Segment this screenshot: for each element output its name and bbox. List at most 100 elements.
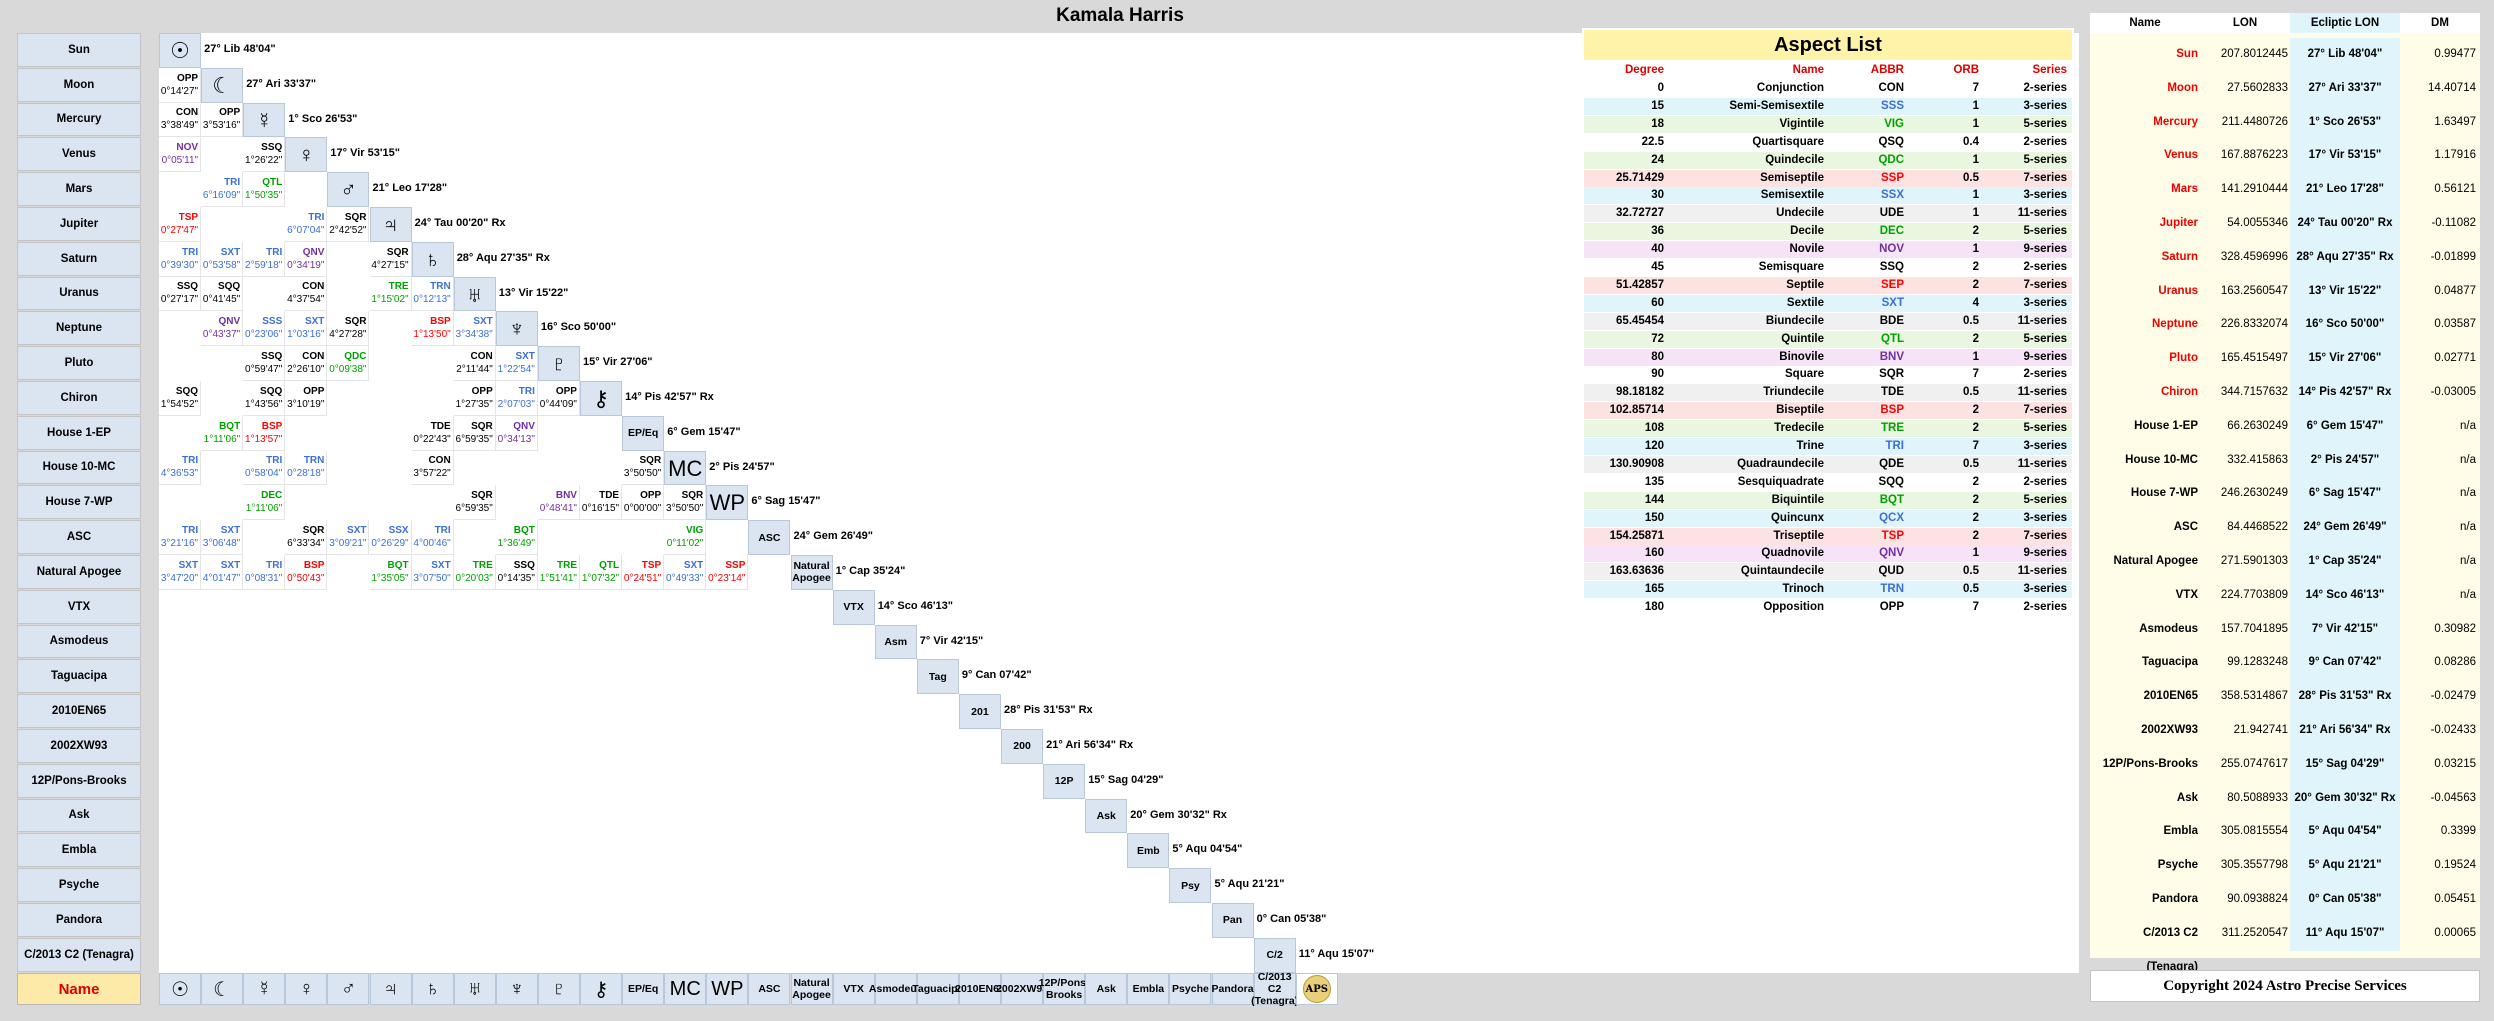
aspect-orb: 1°15'02": [371, 294, 409, 306]
position-row: Saturn 328.4596996 28° Aqu 27'35" Rx -0.018…: [2090, 240, 2480, 275]
aspect-orb: 3°07'50": [413, 572, 451, 584]
aspect-name: Septile: [1786, 278, 1824, 291]
aspect-orb: 3°21'16": [160, 538, 199, 550]
aspect-orb: 1°11'06": [245, 503, 283, 515]
aspect-cell: QNV 0°34'13": [495, 415, 538, 451]
aspect-orb: 2: [1972, 332, 1979, 345]
aspect-orb: 3°53'16": [202, 120, 241, 132]
position-lon: 84.4468522: [2227, 521, 2288, 534]
diagonal-glyph: ♅: [453, 276, 496, 312]
aspect-cell: TDE 0°16'15": [580, 485, 623, 521]
aspect-abbr: TRI: [266, 246, 283, 258]
aspect-abbr: QTL: [1881, 332, 1904, 345]
aspect-name: Trine: [1796, 440, 1824, 452]
position-lon: 328.4596996: [2220, 250, 2288, 263]
aspect-cell: SQR 4°27'28": [327, 311, 370, 347]
row-label: ASC: [17, 520, 141, 554]
body-position-label: 24° Gem 26'49": [793, 530, 874, 543]
diagonal-glyph: MC: [664, 450, 707, 486]
aspect-cell: TRI 0°08'31": [243, 555, 286, 590]
aspect-abbr: DEC: [1879, 225, 1904, 238]
aspect-cell: TSP 0°24'51": [622, 555, 665, 590]
aspect-abbr: TRI: [518, 385, 535, 397]
position-name: Jupiter: [2159, 217, 2198, 229]
aspect-orb: 0°44'09": [539, 398, 577, 410]
aspect-orb: 4°00'46": [413, 538, 451, 550]
diagonal-glyph: Natural Apogee: [790, 555, 833, 590]
aspect-cell: SXT 3°09'21": [327, 520, 370, 555]
row-label: VTX: [17, 589, 141, 624]
aspect-series: 3-series: [2023, 189, 2067, 202]
position-row: Chiron 344.7157632 14° Pis 42'57" Rx -0.030…: [2090, 376, 2480, 410]
body-position-label: 28° Pis 31'53" Rx: [1004, 704, 1093, 717]
aspect-orb: 2: [1972, 475, 1979, 488]
aspect-degree: 36: [1651, 225, 1664, 238]
aspect-orb: 0°12'13": [413, 294, 451, 306]
aspect-cell: TRI 6°07'04": [285, 207, 328, 242]
aspect-cell: QTL 1°07'32": [580, 555, 623, 590]
aspect-abbr: BNV: [1879, 350, 1904, 363]
aspect-orb: 2: [1972, 404, 1979, 417]
aspect-cell: QNV 0°43'37": [201, 311, 244, 347]
aspect-orb: 1: [1972, 207, 1979, 220]
body-position-label: 27° Ari 33'37": [246, 77, 317, 90]
aspect-orb: 6°07'04": [287, 224, 325, 236]
diagonal-glyph: ☾: [201, 67, 244, 103]
aspect-list-row: 108 Tredecile TRE 2 5-series: [1584, 420, 2072, 438]
aspect-abbr: TRI: [1885, 440, 1904, 452]
aspect-orb: 1°43'56": [245, 398, 283, 410]
aspect-orb: 0°28'18": [287, 468, 325, 480]
bottom-glyph: ASC: [748, 973, 791, 1005]
aspect-abbr: BQT: [387, 559, 409, 571]
body-position-label: 2° Pis 24'57": [709, 460, 775, 473]
aspect-abbr: TRE: [556, 559, 577, 571]
aspect-orb: 0°39'30": [160, 259, 199, 271]
aspect-list-row: 32.72727 Undecile UDE 1 11-series: [1584, 205, 2072, 223]
aspect-series: 3-series: [2023, 583, 2067, 596]
position-lon: 66.2630249: [2227, 419, 2288, 432]
aspect-cell: TRI 4°00'46": [411, 520, 454, 555]
aspect-abbr: TSP: [1881, 529, 1904, 542]
bottom-glyph: ♂: [327, 973, 370, 1005]
aspect-orb: 7: [1972, 440, 1979, 452]
position-name: Neptune: [2152, 318, 2198, 331]
aspect-series: 11-series: [2017, 565, 2067, 578]
position-name: 2002XW93: [2141, 724, 2198, 736]
aspect-cell: OPP 3°10'19": [285, 381, 328, 416]
aspect-abbr: VIG: [686, 525, 704, 537]
aspect-list-row: 22.5 Quartisquare QSQ 0.4 2-series: [1584, 133, 2072, 151]
position-dm: 1.17916: [2434, 149, 2476, 162]
diagonal-glyph: EP/Eq: [622, 415, 665, 451]
position-dm: n/a: [2460, 588, 2476, 601]
aspect-abbr: QNV: [1879, 547, 1904, 560]
position-ecliptic: 11° Aqu 15'07": [2290, 916, 2400, 951]
position-name: Uranus: [2158, 284, 2198, 297]
position-lon: 90.0938824: [2227, 893, 2288, 905]
diagonal-glyph: 200: [1001, 729, 1044, 764]
aspect-abbr: TDE: [430, 420, 451, 432]
aspect-orb: 1°35'05": [371, 572, 409, 584]
aspect-abbr: TRI: [181, 246, 199, 258]
bottom-name-header: Name: [17, 973, 141, 1005]
aspect-cell: TSP 0°27'47": [159, 207, 202, 242]
position-name: Mars: [2171, 183, 2198, 196]
position-row: 12P/Pons-Brooks 255.0747617 15° Sag 04'29"…: [2090, 747, 2480, 782]
aspect-cell: SQR 2°42'52": [327, 207, 370, 242]
position-name: Pandora: [2151, 893, 2198, 905]
aspect-abbr: SQQ: [175, 385, 199, 397]
aspect-orb: 2: [1972, 422, 1979, 435]
row-label: Chiron: [17, 381, 141, 415]
aspect-series: 9-series: [2023, 350, 2067, 363]
aspect-cell: DEC 1°11'06": [243, 485, 286, 521]
aspect-cell: SQR 6°33'34": [285, 520, 328, 555]
aspect-abbr: BQT: [513, 525, 535, 537]
aspect-orb: 0°59'47": [245, 364, 283, 376]
aspect-name: Biquintile: [1771, 493, 1824, 506]
aspect-name: Conjunction: [1756, 82, 1824, 94]
position-dm: 0.99477: [2434, 48, 2476, 60]
aspect-list-row: 90 Square SQR 7 2-series: [1584, 366, 2072, 384]
aspect-series: 7-series: [2023, 404, 2067, 417]
aspect-abbr: NOV: [1879, 243, 1904, 256]
aspect-list-row: 65.45454 Biundecile BDE 0.5 11-series: [1584, 312, 2072, 330]
aspect-abbr: NOV: [176, 142, 199, 154]
